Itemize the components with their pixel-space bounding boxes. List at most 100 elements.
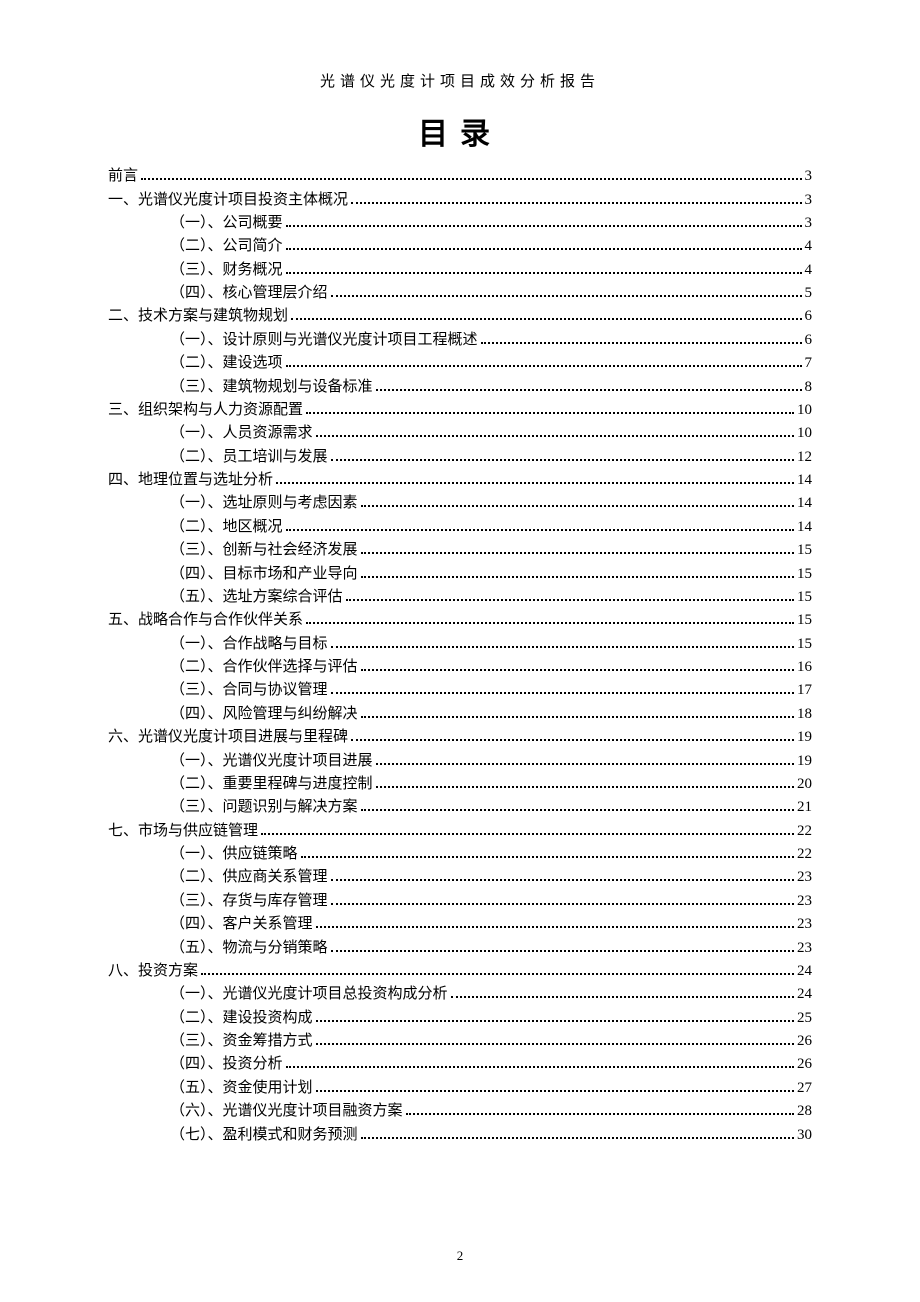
toc-entry: 五、战略合作与合作伙伴关系15 — [108, 609, 812, 632]
toc-entry-label: （三）、建筑物规划与设备标准 — [170, 380, 373, 395]
toc-entry-label: （三）、财务概况 — [170, 263, 283, 278]
toc-entry: （七）、盈利模式和财务预测 30 — [108, 1123, 812, 1146]
toc-entry-label: （二）、建设投资构成 — [170, 1011, 313, 1026]
toc-entry: （一）、供应链策略22 — [108, 843, 812, 866]
toc-entry: （二）、供应商关系管理23 — [108, 866, 812, 889]
toc-entry-page: 18 — [797, 707, 812, 722]
toc-entry-label: （四）、目标市场和产业导向 — [170, 567, 358, 582]
toc-entry: （三）、财务概况 4 — [108, 259, 812, 282]
toc-entry-page: 10 — [797, 403, 812, 418]
toc-entry: （二）、地区概况 14 — [108, 516, 812, 539]
toc-leader-dots — [451, 987, 794, 998]
toc-leader-dots — [361, 567, 794, 578]
toc-entry: （一）、设计原则与光谱仪光度计项目工程概述6 — [108, 329, 812, 352]
toc-entry-label: （一）、公司概要 — [170, 216, 283, 231]
table-of-contents: 前言3一、光谱仪光度计项目投资主体概况3（一）、公司概要3（二）、公司简介4（三… — [108, 165, 812, 1147]
toc-entry-page: 26 — [797, 1034, 812, 1049]
toc-entry-page: 15 — [797, 590, 812, 605]
toc-entry: （二）、建设选项7 — [108, 352, 812, 375]
toc-entry: （一）、合作战略与目标15 — [108, 633, 812, 656]
toc-entry: 四、地理位置与选址分析 14 — [108, 469, 812, 492]
toc-leader-dots — [361, 496, 794, 507]
toc-leader-dots — [351, 193, 801, 204]
toc-entry-label: （二）、员工培训与发展 — [170, 450, 328, 465]
toc-entry-label: 六、光谱仪光度计项目进展与里程碑 — [108, 730, 348, 745]
toc-entry: （三）、合同与协议管理 17 — [108, 679, 812, 702]
toc-leader-dots — [331, 637, 794, 648]
toc-entry-page: 24 — [797, 987, 812, 1002]
toc-entry-page: 26 — [797, 1057, 812, 1072]
toc-leader-dots — [261, 824, 794, 835]
toc-leader-dots — [376, 777, 794, 788]
toc-entry: 二、技术方案与建筑物规划6 — [108, 305, 812, 328]
toc-entry-label: （三）、创新与社会经济发展 — [170, 543, 358, 558]
toc-entry-page: 15 — [797, 613, 812, 628]
toc-leader-dots — [331, 941, 794, 952]
toc-entry-label: （三）、合同与协议管理 — [170, 683, 328, 698]
toc-leader-dots — [316, 917, 794, 928]
toc-entry-page: 17 — [797, 683, 812, 698]
toc-leader-dots — [301, 847, 794, 858]
toc-entry-label: （六）、光谱仪光度计项目融资方案 — [170, 1104, 403, 1119]
toc-entry-page: 23 — [797, 917, 812, 932]
toc-leader-dots — [316, 1034, 794, 1045]
toc-leader-dots — [351, 730, 794, 741]
toc-entry: （二）、员工培训与发展12 — [108, 446, 812, 469]
toc-entry-page: 4 — [805, 263, 813, 278]
toc-entry-page: 8 — [805, 380, 813, 395]
toc-entry-page: 4 — [805, 239, 813, 254]
toc-entry-label: （一）、光谱仪光度计项目进展 — [170, 754, 373, 769]
toc-leader-dots — [481, 333, 802, 344]
toc-entry-label: （五）、选址方案综合评估 — [170, 590, 343, 605]
toc-leader-dots — [361, 707, 794, 718]
toc-leader-dots — [376, 380, 802, 391]
toc-leader-dots — [361, 543, 794, 554]
toc-leader-dots — [291, 309, 801, 320]
toc-entry-page: 22 — [797, 847, 812, 862]
toc-leader-dots — [331, 286, 802, 297]
toc-entry-page: 23 — [797, 894, 812, 909]
toc-entry-label: 二、技术方案与建筑物规划 — [108, 309, 288, 324]
toc-leader-dots — [286, 263, 802, 274]
toc-entry-label: 四、地理位置与选址分析 — [108, 473, 273, 488]
toc-entry-page: 7 — [805, 356, 813, 371]
toc-entry: （一）、公司概要3 — [108, 212, 812, 235]
page: 光谱仪光度计项目成效分析报告 目录 前言3一、光谱仪光度计项目投资主体概况3（一… — [0, 0, 920, 1302]
toc-entry: （三）、问题识别与解决方案21 — [108, 796, 812, 819]
toc-leader-dots — [361, 660, 794, 671]
toc-entry-page: 3 — [805, 169, 813, 184]
toc-entry: （五）、资金使用计划27 — [108, 1077, 812, 1100]
toc-entry: （六）、光谱仪光度计项目融资方案 28 — [108, 1100, 812, 1123]
toc-entry-label: （一）、设计原则与光谱仪光度计项目工程概述 — [170, 333, 478, 348]
toc-entry-page: 15 — [797, 567, 812, 582]
toc-leader-dots — [316, 1011, 794, 1022]
toc-entry-page: 19 — [797, 754, 812, 769]
toc-entry: （一）、选址原则与考虑因素14 — [108, 492, 812, 515]
toc-entry-label: （七）、盈利模式和财务预测 — [170, 1128, 358, 1143]
toc-entry-page: 28 — [797, 1104, 812, 1119]
toc-entry-label: （三）、存货与库存管理 — [170, 894, 328, 909]
toc-entry-label: （二）、重要里程碑与进度控制 — [170, 777, 373, 792]
toc-entry-page: 14 — [797, 473, 812, 488]
toc-leader-dots — [346, 590, 794, 601]
toc-entry: （二）、合作伙伴选择与评估16 — [108, 656, 812, 679]
toc-leader-dots — [406, 1104, 794, 1115]
toc-entry-page: 30 — [797, 1128, 812, 1143]
toc-leader-dots — [316, 426, 794, 437]
toc-entry: （四）、客户关系管理23 — [108, 913, 812, 936]
toc-entry: 八、投资方案24 — [108, 960, 812, 983]
toc-leader-dots — [306, 613, 794, 624]
toc-entry: （一）、光谱仪光度计项目总投资构成分析24 — [108, 983, 812, 1006]
toc-entry: （五）、选址方案综合评估 15 — [108, 586, 812, 609]
toc-entry-page: 10 — [797, 426, 812, 441]
toc-leader-dots — [286, 356, 802, 367]
toc-entry: （五）、物流与分销策略23 — [108, 936, 812, 959]
toc-entry: （四）、投资分析26 — [108, 1053, 812, 1076]
toc-leader-dots — [306, 403, 794, 414]
toc-entry-label: （二）、地区概况 — [170, 520, 283, 535]
toc-leader-dots — [376, 754, 794, 765]
toc-entry: 六、光谱仪光度计项目进展与里程碑19 — [108, 726, 812, 749]
toc-entry: 前言3 — [108, 165, 812, 188]
toc-entry: （四）、目标市场和产业导向 15 — [108, 562, 812, 585]
toc-entry-page: 14 — [797, 520, 812, 535]
